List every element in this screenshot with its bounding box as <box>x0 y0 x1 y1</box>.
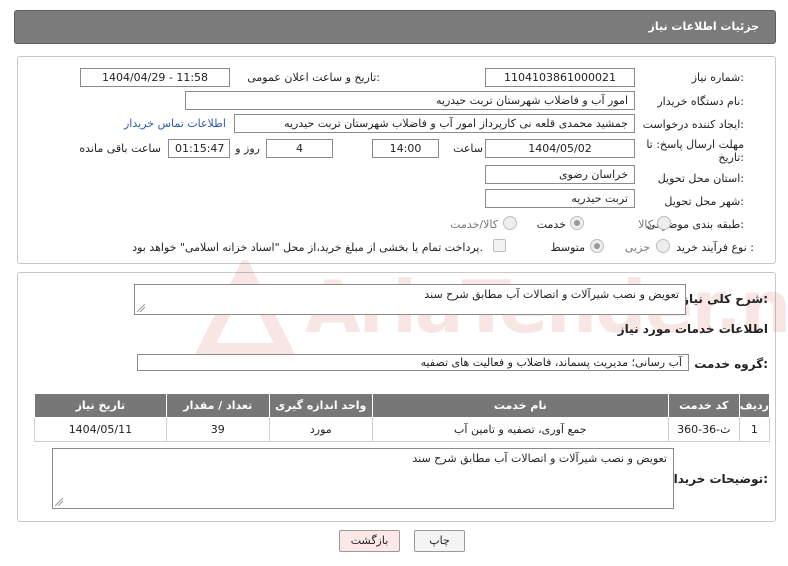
province-label: استان محل تحویل: <box>657 172 744 185</box>
remaining-time-label: ساعت باقی مانده <box>79 142 161 155</box>
col-header-quantity: تعداد / مقدار <box>165 393 270 418</box>
service-group-field: آب رسانی؛ مدیریت پسماند، فاضلاب و فعالیت… <box>137 354 689 371</box>
overall-desc-text: تعویض و نصب شیرآلات و اتصالات آب مطابق ش… <box>424 288 679 301</box>
buyer-notes-text: تعویض و نصب شیرآلات و اتصالات آب مطابق ش… <box>412 452 667 465</box>
col-header-row-number: ردیف <box>738 393 771 418</box>
purchase-option-minor: جزیی <box>624 241 650 254</box>
days-field: 4 <box>266 139 333 158</box>
deadline-label-line2: تاریخ: <box>718 151 744 164</box>
buyer-org-field: امور آب و فاضلاب شهرستان تربت حیدریه <box>185 91 635 110</box>
resize-grip-icon[interactable] <box>137 304 145 312</box>
purchase-option-medium: متوسط <box>550 241 585 254</box>
page-title: جزئیات اطلاعات نیاز <box>648 20 760 33</box>
col-header-service-name: نام خدمت <box>371 393 669 418</box>
treasury-payment-note: پرداخت تمام یا بخشی از مبلغ خرید،از محل … <box>132 241 483 254</box>
col-header-service-code: کد خدمت <box>667 393 740 418</box>
deadline-time-field: 14:00 <box>372 139 439 158</box>
cell-service-name: جمع آوری، تصفیه و تامین آب <box>371 417 669 442</box>
requester-label: ایجاد کننده درخواست: <box>642 118 744 131</box>
overall-desc-label: شرح کلی نیاز: <box>682 292 768 306</box>
service-group-label: گروه خدمت: <box>694 357 768 371</box>
resize-grip-icon[interactable] <box>55 498 63 506</box>
need-number-field: 1104103861000021 <box>485 68 635 87</box>
back-button[interactable]: بازگشت <box>339 530 400 552</box>
cell-service-code: ث-36-360 <box>667 417 740 442</box>
purchase-radio-medium[interactable] <box>590 239 604 253</box>
remaining-time-field: 01:15:47 <box>168 139 230 158</box>
table-row: 1 ث-36-360 جمع آوری، تصفیه و تامین آب مو… <box>34 417 771 442</box>
announce-datetime-label: تاریخ و ساعت اعلان عمومی: <box>247 71 380 84</box>
purchase-radio-minor[interactable] <box>656 239 670 253</box>
print-button[interactable]: چاپ <box>414 530 465 552</box>
details-panel <box>17 56 776 264</box>
cell-row-number: 1 <box>738 417 771 442</box>
category-option-service: خدمت <box>536 218 566 231</box>
deadline-time-label: ساعت <box>453 142 483 155</box>
days-label: روز و <box>235 142 260 155</box>
city-label: شهر محل تحویل: <box>664 195 744 208</box>
announce-datetime-field: 1404/04/29 - 11:58 <box>80 68 230 87</box>
col-header-unit: واحد اندازه گیری <box>268 393 373 418</box>
buyer-contact-link[interactable]: اطلاعات تماس خریدار <box>124 117 226 130</box>
category-option-goods: کالا <box>638 218 653 231</box>
buyer-notes-label: توضیحات خریدار: <box>666 472 768 486</box>
cell-unit: مورد <box>268 417 373 442</box>
services-heading: اطلاعات خدمات مورد نیاز <box>617 322 768 336</box>
requester-field: جمشید محمدی قلعه نی کارپرداز امور آب و ف… <box>234 114 635 133</box>
col-header-need-date: تاریخ نیاز <box>34 393 167 418</box>
treasury-payment-checkbox[interactable] <box>493 239 506 252</box>
buyer-notes-textarea: تعویض و نصب شیرآلات و اتصالات آب مطابق ش… <box>52 448 674 509</box>
cell-need-date: 1404/05/11 <box>34 417 167 442</box>
buyer-org-label: نام دستگاه خریدار: <box>657 95 744 108</box>
purchase-type-label: نوع فرآیند خرید : <box>676 241 754 254</box>
page-header: جزئیات اطلاعات نیاز <box>14 10 776 44</box>
services-table: ردیف کد خدمت نام خدمت واحد اندازه گیری ت… <box>34 393 771 442</box>
category-radio-goods[interactable] <box>657 216 671 230</box>
deadline-date-field: 1404/05/02 <box>485 139 635 158</box>
city-field: تربت حیدریه <box>485 189 635 208</box>
category-option-goods-service: کالا/خدمت <box>450 218 498 231</box>
category-radio-goods-service[interactable] <box>503 216 517 230</box>
need-number-label: شماره نیاز: <box>691 71 744 84</box>
deadline-label-line1: مهلت ارسال پاسخ: تا <box>646 138 744 151</box>
cell-quantity: 39 <box>165 417 270 442</box>
table-header-row: ردیف کد خدمت نام خدمت واحد اندازه گیری ت… <box>34 393 771 418</box>
category-radio-service[interactable] <box>570 216 584 230</box>
province-field: خراسان رضوی <box>485 165 635 184</box>
overall-desc-textarea: تعویض و نصب شیرآلات و اتصالات آب مطابق ش… <box>134 284 686 315</box>
